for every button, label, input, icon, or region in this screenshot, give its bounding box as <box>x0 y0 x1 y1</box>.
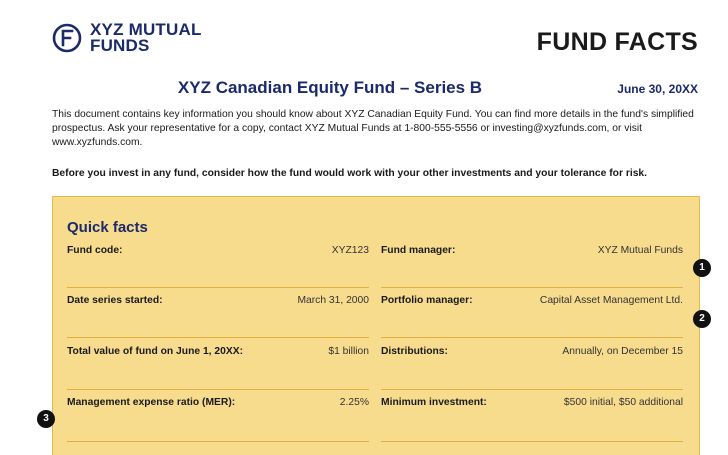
brand-name: XYZ MUTUAL FUNDS <box>90 21 202 55</box>
fact-row-fund-code: Fund code: XYZ123 <box>67 245 369 265</box>
quick-facts-panel: Quick facts Fund code: XYZ123 Fund manag… <box>52 196 700 455</box>
divider <box>67 337 369 338</box>
fact-label: Fund code: <box>67 245 123 256</box>
fact-row-minimum-investment: Minimum investment: $500 initial, $50 ad… <box>381 397 683 417</box>
fact-label: Fund manager: <box>381 245 456 256</box>
quick-facts-title: Quick facts <box>67 219 148 236</box>
divider <box>381 337 683 338</box>
fact-label: Date series started: <box>67 295 163 306</box>
lead-paragraph: Before you invest in any fund, consider … <box>52 168 648 179</box>
fact-value: Capital Asset Management Ltd. <box>539 295 683 306</box>
fact-label: Portfolio manager: <box>381 295 473 306</box>
fact-label: Management expense ratio (MER): <box>67 397 236 408</box>
divider <box>67 441 369 442</box>
fund-date: June 30, 20XX <box>617 82 698 96</box>
divider <box>381 287 683 288</box>
callout-marker-3: 3 <box>37 410 55 428</box>
fact-value: $1 billion <box>328 346 369 357</box>
fact-row-total-value: Total value of fund on June 1, 20XX: $1 … <box>67 346 369 366</box>
divider <box>67 287 369 288</box>
fact-value: XYZ123 <box>331 245 369 256</box>
divider <box>381 441 683 442</box>
fact-row-portfolio-manager: Portfolio manager: Capital Asset Managem… <box>381 295 683 315</box>
callout-marker-2: 2 <box>693 310 711 328</box>
divider <box>67 389 369 390</box>
callout-marker-1: 1 <box>693 259 711 277</box>
fact-value: March 31, 2000 <box>297 295 369 306</box>
fact-row-distributions: Distributions: Annually, on December 15 <box>381 346 683 366</box>
divider <box>381 389 683 390</box>
fact-label: Minimum investment: <box>381 397 487 408</box>
fact-row-mer: Management expense ratio (MER): 2.25% <box>67 397 369 417</box>
brand-name-line2: FUNDS <box>90 36 150 55</box>
fact-label: Total value of fund on June 1, 20XX: <box>67 346 244 357</box>
fact-row-fund-manager: Fund manager: XYZ Mutual Funds <box>381 245 683 265</box>
intro-paragraph: This document contains key information y… <box>52 109 694 148</box>
fact-value: Annually, on December 15 <box>562 346 683 357</box>
fact-value: XYZ Mutual Funds <box>597 245 683 256</box>
document-title: FUND FACTS <box>536 28 698 56</box>
fact-row-date-series-started: Date series started: March 31, 2000 <box>67 295 369 315</box>
fact-value: $500 initial, $50 additional <box>563 397 683 408</box>
brand-logo: XYZ MUTUAL FUNDS <box>52 21 202 55</box>
fact-value: 2.25% <box>339 397 369 408</box>
fund-title: XYZ Canadian Equity Fund – Series B <box>177 78 483 97</box>
fund-logo-icon <box>52 23 82 53</box>
fact-label: Distributions: <box>381 346 448 357</box>
